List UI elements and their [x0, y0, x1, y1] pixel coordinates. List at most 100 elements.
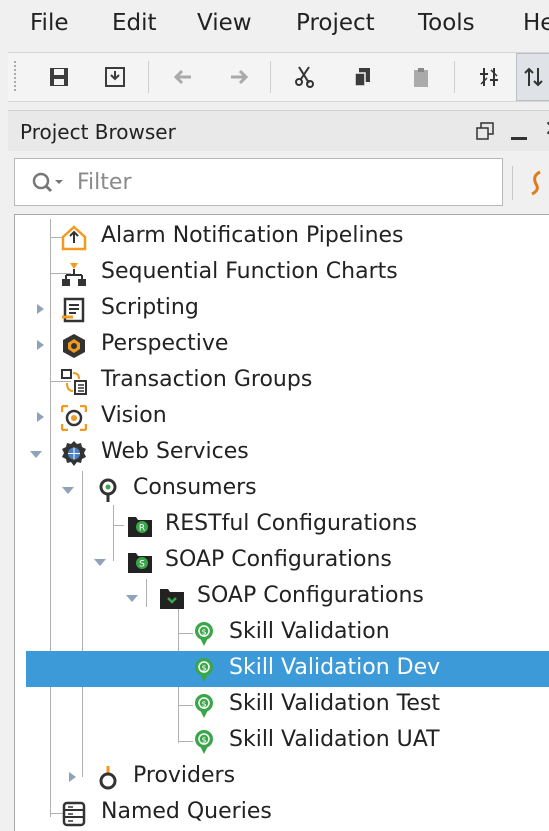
alarm-pipeline-icon — [61, 225, 87, 251]
minimize-icon[interactable] — [511, 137, 527, 140]
filter-separator — [512, 166, 513, 200]
tree-item-vision[interactable]: Vision — [15, 399, 549, 435]
menu-bar: File Edit View Project Tools He — [0, 0, 549, 50]
tree-item-label: Perspective — [101, 331, 229, 356]
redo-button[interactable] — [214, 53, 264, 101]
collapse-icon[interactable] — [61, 483, 75, 497]
tree-item-skill-validation[interactable]: $ Skill Validation — [15, 615, 549, 651]
tree-item-transaction-groups[interactable]: Transaction Groups — [15, 363, 549, 399]
link-editor-icon[interactable] — [526, 168, 549, 198]
toolbar-separator — [454, 61, 455, 93]
tree-item-label: Transaction Groups — [101, 367, 313, 392]
restful-config-icon: R — [128, 517, 152, 537]
tree-item-label: Providers — [133, 763, 236, 788]
sort-icon — [524, 67, 543, 87]
tree-item-label: RESTful Configurations — [165, 511, 418, 536]
sfc-icon — [62, 263, 86, 286]
redo-icon — [231, 69, 249, 85]
tree-item-scripting[interactable]: Scripting — [15, 291, 549, 327]
tree-item-label: SOAP Configurations — [197, 583, 424, 608]
perspective-icon — [63, 334, 85, 358]
tree-item-soap-configurations-folder[interactable]: SOAP Configurations — [15, 579, 549, 615]
svg-text:R: R — [139, 524, 145, 534]
save-as-icon — [105, 67, 125, 87]
tree-item-label: Skill Validation Test — [229, 691, 440, 716]
sort-button[interactable] — [516, 53, 549, 101]
compare-button[interactable] — [464, 53, 514, 101]
tree-item-label: Sequential Function Charts — [101, 259, 398, 284]
menu-edit[interactable]: Edit — [112, 10, 157, 36]
tree-item-restful-configurations[interactable]: R RESTful Configurations — [15, 507, 549, 543]
menu-project[interactable]: Project — [296, 10, 375, 36]
expand-icon[interactable] — [33, 338, 47, 352]
soap-service-icon: $ — [195, 694, 213, 718]
tree-item-label: Web Services — [101, 439, 249, 464]
filter-input[interactable] — [77, 167, 477, 197]
scripting-icon — [62, 297, 85, 323]
tree-item-alarm-notification-pipelines[interactable]: Alarm Notification Pipelines — [15, 219, 549, 255]
soap-service-icon: $ — [195, 730, 213, 754]
save-icon — [50, 68, 68, 86]
cut-button[interactable] — [280, 53, 330, 101]
project-browser-header: Project Browser ✕ — [8, 110, 549, 151]
tree-item-soap-configurations[interactable]: S SOAP Configurations — [15, 543, 549, 579]
tree-item-web-services[interactable]: Web Services — [15, 435, 549, 471]
tree-item-label: Scripting — [101, 295, 199, 320]
menu-tools[interactable]: Tools — [418, 10, 475, 36]
providers-icon — [99, 766, 117, 790]
toolbar-separator — [270, 61, 271, 93]
web-services-icon — [62, 441, 86, 466]
tree-item-label: Consumers — [133, 475, 257, 500]
tree-item-providers[interactable]: Providers — [15, 759, 549, 795]
save-as-button[interactable] — [90, 53, 140, 101]
cut-icon — [295, 66, 314, 88]
named-queries-icon — [62, 801, 86, 827]
svg-text:$: $ — [201, 664, 206, 673]
panel-title: Project Browser — [20, 120, 176, 144]
collapse-icon[interactable] — [125, 591, 139, 605]
tree-item-label: Skill Validation — [229, 619, 390, 644]
tree-item-label: Skill Validation Dev — [229, 655, 441, 680]
tree-item-consumers[interactable]: Consumers — [15, 471, 549, 507]
tree-item-label: Named Queries — [101, 799, 272, 824]
tree-item-sequential-function-charts[interactable]: Sequential Function Charts — [15, 255, 549, 291]
soap-service-icon: $ — [195, 658, 213, 682]
svg-text:$: $ — [201, 736, 206, 745]
toolbar-separator — [148, 61, 149, 93]
search-icon[interactable] — [31, 171, 67, 195]
soap-config-icon: S — [128, 553, 152, 573]
menu-view[interactable]: View — [197, 10, 252, 36]
svg-text:$: $ — [201, 700, 206, 709]
tree-item-perspective[interactable]: Perspective — [15, 327, 549, 363]
expand-icon[interactable] — [65, 770, 79, 784]
tree-item-skill-validation-test[interactable]: $ Skill Validation Test — [15, 687, 549, 723]
soap-service-icon: $ — [195, 622, 213, 646]
tree-item-named-queries[interactable]: Named Queries — [15, 795, 549, 831]
tree-item-skill-validation-uat[interactable]: $ Skill Validation UAT — [15, 723, 549, 759]
expand-icon[interactable] — [33, 302, 47, 316]
collapse-icon[interactable] — [93, 555, 107, 569]
close-icon[interactable]: ✕ — [544, 117, 549, 142]
tree-item-label: Vision — [101, 403, 167, 428]
filter-field[interactable] — [14, 158, 503, 206]
paste-button[interactable] — [396, 53, 446, 101]
menu-help[interactable]: He — [523, 10, 549, 36]
save-button[interactable] — [34, 53, 84, 101]
restore-icon[interactable] — [476, 122, 494, 140]
tree-item-label: SOAP Configurations — [165, 547, 392, 572]
collapse-icon[interactable] — [29, 447, 43, 461]
expand-icon[interactable] — [33, 410, 47, 424]
toolbar — [8, 52, 549, 102]
compare-icon — [480, 68, 498, 86]
menu-file[interactable]: File — [30, 10, 69, 36]
undo-button[interactable] — [158, 53, 208, 101]
tree-item-skill-validation-dev[interactable]: $ Skill Validation Dev — [26, 651, 549, 687]
undo-icon — [173, 69, 191, 85]
svg-text:S: S — [139, 560, 145, 570]
toolbar-grip[interactable] — [14, 61, 20, 91]
folder-icon — [160, 589, 184, 609]
copy-button[interactable] — [338, 53, 388, 101]
tree-item-label: Skill Validation UAT — [229, 727, 440, 752]
svg-text:$: $ — [201, 628, 206, 637]
consumers-icon — [99, 478, 117, 502]
